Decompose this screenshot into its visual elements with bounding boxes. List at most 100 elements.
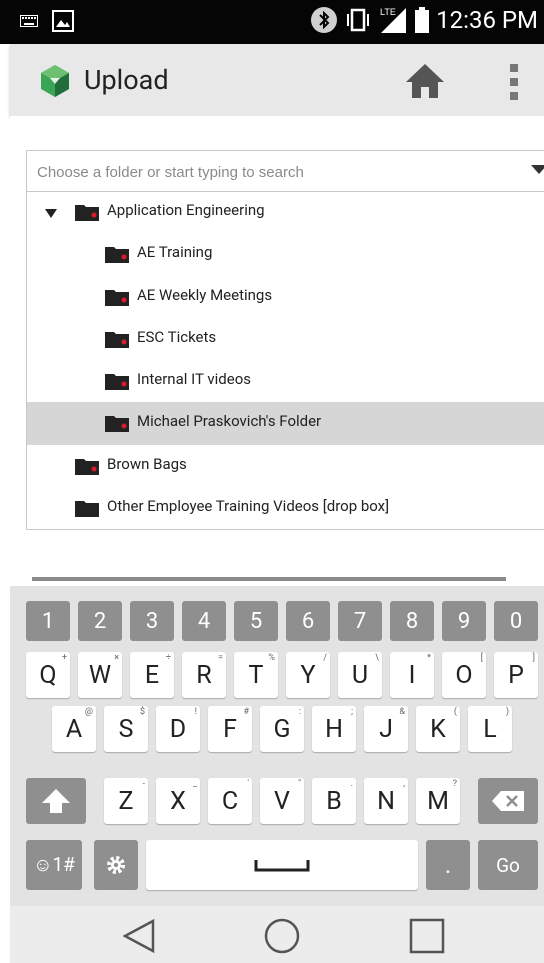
back-icon[interactable] bbox=[122, 918, 156, 954]
key-label: M bbox=[427, 786, 449, 816]
key-alt-label: $ bbox=[139, 707, 145, 717]
key-4[interactable]: 4 bbox=[182, 601, 226, 641]
key-k[interactable]: K( bbox=[416, 706, 460, 752]
key-label: N bbox=[377, 786, 395, 816]
key-label: R bbox=[196, 660, 212, 690]
key-v[interactable]: V " bbox=[260, 778, 304, 824]
key-u[interactable]: U \ bbox=[338, 652, 382, 698]
key-label: I bbox=[408, 660, 416, 690]
backspace-icon bbox=[492, 791, 524, 811]
key-i[interactable]: I * bbox=[390, 652, 434, 698]
key-p[interactable]: P] bbox=[494, 652, 538, 698]
key-label: D bbox=[169, 714, 187, 744]
folder-icon bbox=[105, 247, 129, 264]
tree-item[interactable]: AE Training bbox=[27, 233, 544, 275]
tree-item-selected[interactable]: Michael Praskovich's Folder bbox=[27, 402, 544, 445]
key-o[interactable]: O[ bbox=[442, 652, 486, 698]
key-z[interactable]: Z- bbox=[104, 778, 148, 824]
key-l[interactable]: L) bbox=[468, 706, 512, 752]
key-alt-label: ) bbox=[505, 707, 509, 717]
key-s[interactable]: S $ bbox=[104, 706, 148, 752]
key-y[interactable]: Y / bbox=[286, 652, 330, 698]
key-label: E bbox=[144, 660, 160, 690]
key-label: Z bbox=[118, 786, 134, 816]
overflow-menu-button[interactable] bbox=[502, 62, 526, 102]
key-2[interactable]: 2 bbox=[78, 601, 122, 641]
folder-search-input[interactable] bbox=[35, 157, 519, 187]
tree-item[interactable]: ESC Tickets bbox=[27, 318, 544, 360]
key-h[interactable]: H; bbox=[312, 706, 356, 752]
key-q[interactable]: Q + bbox=[26, 652, 70, 698]
folder-search-box[interactable] bbox=[27, 151, 544, 192]
key-m[interactable]: M? bbox=[416, 778, 460, 824]
key-f[interactable]: F # bbox=[208, 706, 252, 752]
key-label: W bbox=[88, 660, 112, 690]
key-alt-label: . bbox=[350, 779, 353, 789]
key-alt-label: & bbox=[399, 707, 405, 717]
tree-item[interactable]: Application Engineering bbox=[27, 191, 544, 233]
period-key[interactable]: . bbox=[426, 840, 470, 890]
key-d[interactable]: D! bbox=[156, 706, 200, 752]
folder-icon bbox=[105, 416, 129, 433]
key-alt-label: * bbox=[427, 653, 431, 663]
key-e[interactable]: E ÷ bbox=[130, 652, 174, 698]
dropdown-arrow-icon[interactable] bbox=[531, 165, 544, 174]
tree-item[interactable]: AE Weekly Meetings bbox=[27, 276, 544, 318]
key-6[interactable]: 6 bbox=[286, 601, 330, 641]
soft-keyboard: 1 2 3 4 5 6 7 8 9 0 Q + W × E ÷ R = T% Y / U \… bbox=[10, 586, 544, 906]
key-label: F bbox=[223, 714, 237, 744]
key-label: Y bbox=[300, 660, 316, 690]
key-5[interactable]: 5 bbox=[234, 601, 278, 641]
key-x[interactable]: X _ bbox=[156, 778, 200, 824]
tree-item[interactable]: Internal IT videos bbox=[27, 360, 544, 402]
key-label: P bbox=[508, 660, 524, 690]
settings-key[interactable] bbox=[94, 840, 138, 890]
expand-caret-icon[interactable] bbox=[45, 209, 57, 218]
key-c[interactable]: C ' bbox=[208, 778, 252, 824]
key-alt-label: = bbox=[218, 653, 223, 663]
key-7[interactable]: 7 bbox=[338, 601, 382, 641]
shift-icon bbox=[42, 789, 70, 813]
key-label: U bbox=[351, 660, 369, 690]
status-clock: 12:36 PM bbox=[436, 6, 538, 34]
home-circle-icon[interactable] bbox=[264, 918, 300, 954]
key-t[interactable]: T% bbox=[234, 652, 278, 698]
key-9[interactable]: 9 bbox=[442, 601, 486, 641]
go-button[interactable]: Go bbox=[478, 840, 538, 890]
key-alt-label: @ bbox=[84, 707, 93, 717]
tree-item-label: Michael Praskovich's Folder bbox=[137, 412, 322, 431]
shift-key[interactable] bbox=[26, 778, 86, 824]
home-button[interactable] bbox=[402, 58, 448, 104]
key-j[interactable]: J & bbox=[364, 706, 408, 752]
space-key[interactable] bbox=[146, 840, 418, 890]
symbols-key[interactable]: ☺1# bbox=[26, 840, 82, 890]
tree-item-label: AE Training bbox=[137, 243, 213, 262]
keyboard-icon bbox=[20, 15, 38, 27]
folder-icon bbox=[75, 501, 99, 518]
key-label: H bbox=[325, 714, 343, 744]
key-alt-label: + bbox=[61, 653, 67, 663]
key-b[interactable]: B. bbox=[312, 778, 356, 824]
tree-item-label: ESC Tickets bbox=[137, 327, 217, 346]
key-label: B bbox=[326, 786, 342, 816]
key-alt-label: × bbox=[114, 653, 119, 663]
folder-icon bbox=[105, 289, 129, 306]
key-g[interactable]: G: bbox=[260, 706, 304, 752]
key-alt-label: # bbox=[243, 707, 249, 717]
backspace-key[interactable] bbox=[478, 778, 538, 824]
key-alt-label: [ bbox=[480, 653, 483, 663]
key-r[interactable]: R = bbox=[182, 652, 226, 698]
space-bar-icon bbox=[254, 860, 310, 872]
tree-item[interactable]: Brown Bags bbox=[27, 445, 544, 487]
recent-apps-icon[interactable] bbox=[409, 918, 445, 954]
key-8[interactable]: 8 bbox=[390, 601, 434, 641]
key-0[interactable]: 0 bbox=[494, 601, 538, 641]
scroll-indicator bbox=[32, 577, 506, 581]
key-a[interactable]: A @ bbox=[52, 706, 96, 752]
tree-item[interactable]: Other Employee Training Videos [drop box… bbox=[27, 487, 544, 529]
key-n[interactable]: N, bbox=[364, 778, 408, 824]
folder-icon bbox=[105, 331, 129, 348]
key-3[interactable]: 3 bbox=[130, 601, 174, 641]
key-w[interactable]: W × bbox=[78, 652, 122, 698]
key-1[interactable]: 1 bbox=[26, 601, 70, 641]
